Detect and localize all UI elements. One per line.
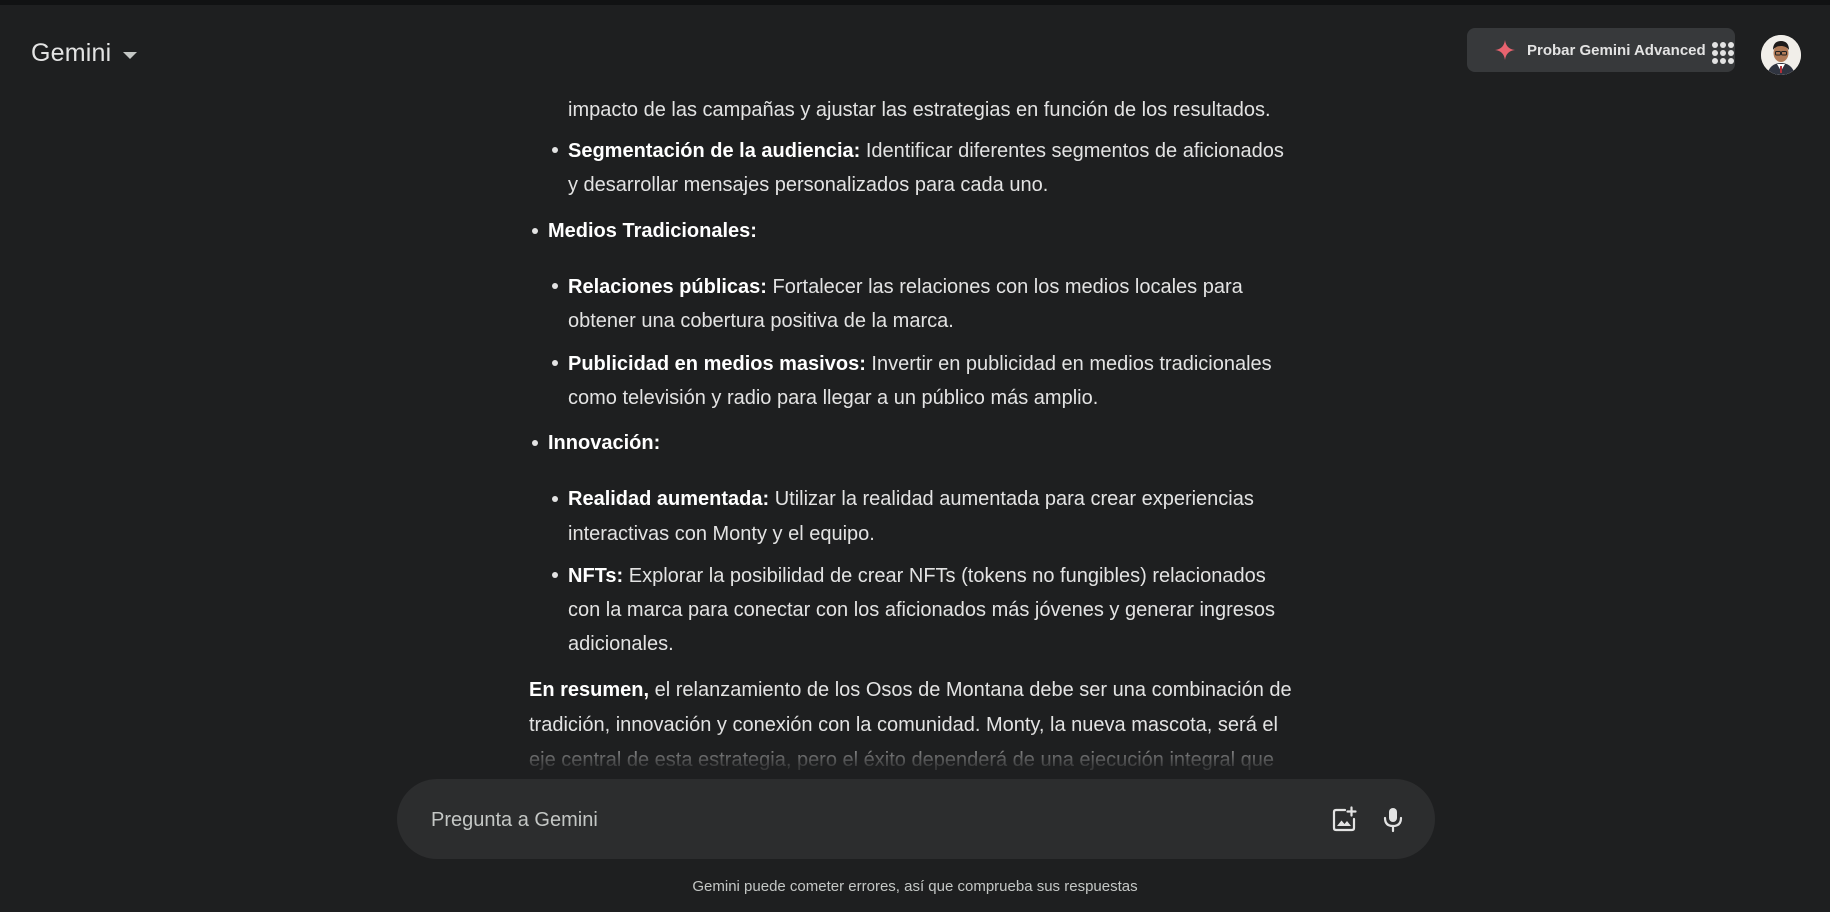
- bullet-marker: [552, 283, 558, 289]
- section-heading: Medios Tradicionales:: [548, 220, 757, 242]
- summary-line: En resumen, el relanzamiento de los Osos…: [529, 679, 1292, 701]
- response-line: interactivas con Monty y el equipo.: [568, 523, 875, 545]
- bullet-marker: [532, 440, 538, 446]
- response-line: Segmentación de la audiencia: Identifica…: [568, 140, 1284, 162]
- apps-grid-icon[interactable]: [1712, 42, 1734, 64]
- prompt-box[interactable]: [397, 779, 1435, 859]
- response-line: Publicidad en medios masivos: Invertir e…: [568, 353, 1272, 375]
- summary-line: tradición, innovación y conexión con la …: [529, 714, 1278, 736]
- top-bar: Gemini Probar Gemini Advanced: [0, 5, 1830, 97]
- response-line: impacto de las campañas y ajustar las es…: [568, 99, 1271, 121]
- bullet-marker: [552, 572, 558, 578]
- summary-line: eje central de esta estrategia, pero el …: [529, 749, 1274, 771]
- response-line: adicionales.: [568, 633, 674, 655]
- bullet-marker: [552, 147, 558, 153]
- app-title: Gemini: [31, 39, 112, 67]
- response-line: Realidad aumentada: Utilizar la realidad…: [568, 488, 1254, 510]
- response-line: Relaciones públicas: Fortalecer las rela…: [568, 276, 1243, 298]
- response-line: NFTs: Explorar la posibilidad de crear N…: [568, 565, 1266, 587]
- model-selector[interactable]: Gemini: [31, 39, 138, 68]
- section-heading: Innovación:: [548, 432, 661, 454]
- bullet-marker: [552, 360, 558, 366]
- response-line: como televisión y radio para llegar a un…: [568, 387, 1099, 409]
- response-line: obtener una cobertura positiva de la mar…: [568, 310, 954, 332]
- bullet-marker: [532, 228, 538, 234]
- disclaimer-text: Gemini puede cometer errores, así que co…: [692, 878, 1138, 895]
- response-line: y desarrollar mensajes personalizados pa…: [568, 174, 1049, 196]
- response-line: con la marca para conectar con los afici…: [568, 599, 1276, 621]
- spark-icon: [1495, 40, 1515, 60]
- mic-icon[interactable]: [1379, 805, 1407, 833]
- response-area: impacto de las campañas y ajustar las es…: [0, 0, 1830, 780]
- chevron-down-icon: [123, 52, 138, 59]
- bullet-marker: [552, 496, 558, 502]
- avatar-image: [1761, 35, 1801, 75]
- scroll-fade: [0, 730, 1830, 780]
- prompt-input[interactable]: [429, 803, 1313, 837]
- image-add-icon[interactable]: [1330, 805, 1358, 833]
- try-advanced-label: Probar Gemini Advanced: [1527, 41, 1706, 59]
- try-advanced-button[interactable]: Probar Gemini Advanced: [1467, 28, 1735, 72]
- avatar[interactable]: [1761, 35, 1801, 75]
